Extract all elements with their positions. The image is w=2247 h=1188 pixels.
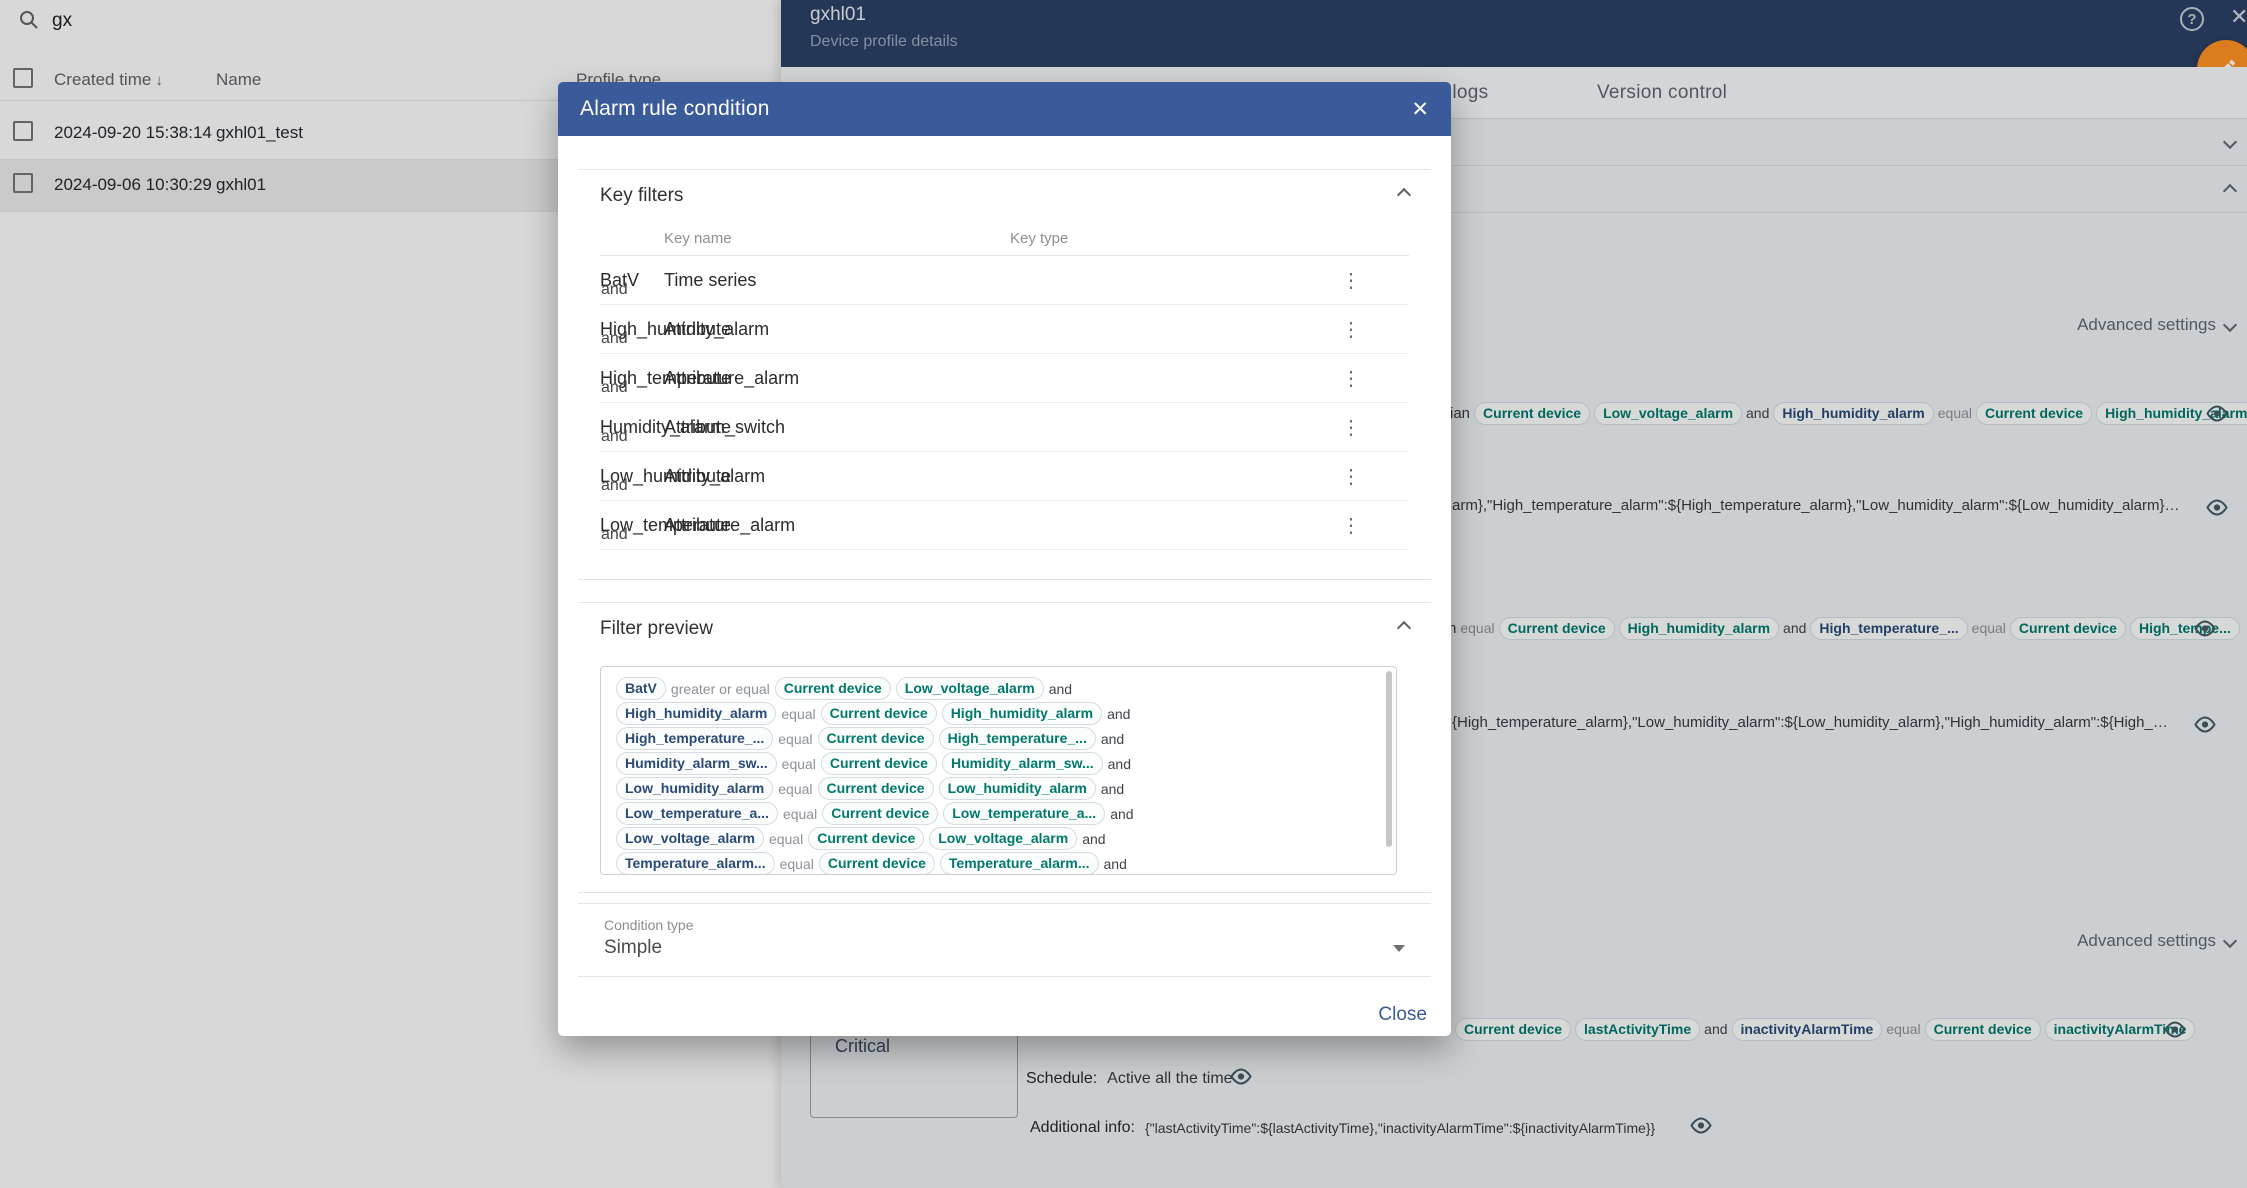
and-label: and	[601, 428, 628, 446]
join-label: and	[1110, 806, 1133, 822]
join-label: and	[1049, 681, 1072, 697]
condition-type-select[interactable]: Simple	[604, 937, 1405, 959]
key-filters-panel: Key filters Key name Key type and BatV T…	[578, 169, 1431, 580]
and-label: and	[601, 526, 628, 544]
column-key-type: Key type	[1010, 230, 1369, 247]
row-menu-icon[interactable]: ⋮	[1333, 464, 1369, 489]
condition-type-label: Condition type	[604, 917, 1405, 933]
filter-preview-box: BatV greater or equal Current device Low…	[600, 666, 1397, 875]
entity-chip: Current device	[821, 752, 937, 775]
filter-preview-row: Humidity_alarm_sw... equal Current devic…	[616, 751, 1372, 776]
filter-preview-row: Low_humidity_alarm equal Current device …	[616, 776, 1372, 801]
key-filter-row[interactable]: and Low_temperature_alarm Attribute ⋮	[600, 501, 1409, 550]
key-filter-type: Attribute	[664, 466, 1010, 487]
key-chip: BatV	[616, 677, 666, 700]
key-filter-row[interactable]: and BatV Time series ⋮	[600, 256, 1409, 305]
value-chip: High_humidity_alarm	[942, 702, 1102, 725]
entity-chip: Current device	[818, 777, 934, 800]
filter-preview-row: Low_voltage_alarm equal Current device L…	[616, 826, 1372, 851]
key-filters-table-header: Key name Key type	[600, 222, 1409, 256]
operator-label: equal	[778, 781, 812, 797]
key-filter-type: Attribute	[664, 319, 1010, 340]
key-filter-row[interactable]: and High_temperature_alarm Attribute ⋮	[600, 354, 1409, 403]
and-label: and	[601, 477, 628, 495]
row-menu-icon[interactable]: ⋮	[1333, 317, 1369, 342]
key-filters-panel-header[interactable]: Key filters	[600, 170, 1409, 222]
value-chip: Humidity_alarm_sw...	[942, 752, 1103, 775]
and-label: and	[601, 281, 628, 299]
join-label: and	[1107, 706, 1130, 722]
collapse-chevron-up-icon[interactable]	[1397, 621, 1411, 635]
entity-chip: Current device	[775, 677, 891, 700]
key-filter-type: Attribute	[664, 515, 1010, 536]
join-label: and	[1104, 856, 1127, 872]
operator-label: equal	[769, 831, 803, 847]
filter-preview-title: Filter preview	[600, 618, 713, 640]
row-menu-icon[interactable]: ⋮	[1333, 366, 1369, 391]
filter-preview-row: High_humidity_alarm equal Current device…	[616, 701, 1372, 726]
key-filter-row[interactable]: and High_humidity_alarm Attribute ⋮	[600, 305, 1409, 354]
collapse-chevron-up-icon[interactable]	[1397, 188, 1411, 202]
value-chip: Temperature_alarm...	[940, 852, 1099, 875]
value-chip: High_temperature_...	[939, 727, 1096, 750]
value-chip: Low_humidity_alarm	[939, 777, 1096, 800]
condition-type-value: Simple	[604, 937, 662, 959]
entity-chip: Current device	[818, 727, 934, 750]
screen: Created time ↓ Name Profile type 2024-09…	[0, 0, 2247, 1188]
operator-label: equal	[778, 731, 812, 747]
filter-preview-panel: Filter preview BatV greater or equal Cur…	[578, 602, 1431, 893]
entity-chip: Current device	[808, 827, 924, 850]
key-filter-row[interactable]: and Humidity_alarm_switch Attribute ⋮	[600, 403, 1409, 452]
value-chip: Low_voltage_alarm	[896, 677, 1044, 700]
key-filter-type: Time series	[664, 270, 1010, 291]
key-chip: High_humidity_alarm	[616, 702, 776, 725]
value-chip: Low_temperature_a...	[943, 802, 1105, 825]
and-label: and	[601, 330, 628, 348]
filter-preview-row: Low_temperature_a... equal Current devic…	[616, 801, 1372, 826]
key-chip: Low_humidity_alarm	[616, 777, 773, 800]
dialog-header: Alarm rule condition ✕	[558, 82, 1451, 136]
key-filter-type: Attribute	[664, 417, 1010, 438]
entity-chip: Current device	[819, 852, 935, 875]
filter-preview-panel-header[interactable]: Filter preview	[600, 603, 1409, 655]
join-label: and	[1101, 781, 1124, 797]
preview-scrollbar-thumb[interactable]	[1386, 671, 1392, 847]
join-label: and	[1108, 756, 1131, 772]
key-filter-row[interactable]: and Low_humidity_alarm Attribute ⋮	[600, 452, 1409, 501]
operator-label: equal	[783, 806, 817, 822]
filter-preview-row: Temperature_alarm... equal Current devic…	[616, 851, 1372, 875]
filter-preview-row: High_temperature_... equal Current devic…	[616, 726, 1372, 751]
row-menu-icon[interactable]: ⋮	[1333, 513, 1369, 538]
operator-label: greater or equal	[671, 681, 770, 697]
key-chip: High_temperature_...	[616, 727, 773, 750]
close-button[interactable]: Close	[1362, 997, 1443, 1033]
alarm-rule-condition-dialog: Alarm rule condition ✕ Key filters Key n…	[558, 82, 1451, 1036]
dialog-title: Alarm rule condition	[580, 97, 770, 121]
key-filters-title: Key filters	[600, 185, 683, 207]
filter-preview-row: BatV greater or equal Current device Low…	[616, 676, 1372, 701]
join-label: and	[1082, 831, 1105, 847]
row-menu-icon[interactable]: ⋮	[1333, 268, 1369, 293]
key-chip: Temperature_alarm...	[616, 852, 775, 875]
dropdown-caret-icon	[1393, 945, 1405, 952]
operator-label: equal	[781, 706, 815, 722]
operator-label: equal	[782, 756, 816, 772]
join-label: and	[1101, 731, 1124, 747]
key-filter-type: Attribute	[664, 368, 1010, 389]
condition-type-section: Condition type Simple	[578, 903, 1431, 977]
entity-chip: Current device	[821, 702, 937, 725]
dialog-close-icon[interactable]: ✕	[1411, 99, 1429, 120]
row-menu-icon[interactable]: ⋮	[1333, 415, 1369, 440]
key-chip: Low_voltage_alarm	[616, 827, 764, 850]
key-chip: Low_temperature_a...	[616, 802, 778, 825]
key-chip: Humidity_alarm_sw...	[616, 752, 777, 775]
operator-label: equal	[780, 856, 814, 872]
entity-chip: Current device	[822, 802, 938, 825]
value-chip: Low_voltage_alarm	[929, 827, 1077, 850]
and-label: and	[601, 379, 628, 397]
column-key-name: Key name	[664, 230, 1010, 247]
